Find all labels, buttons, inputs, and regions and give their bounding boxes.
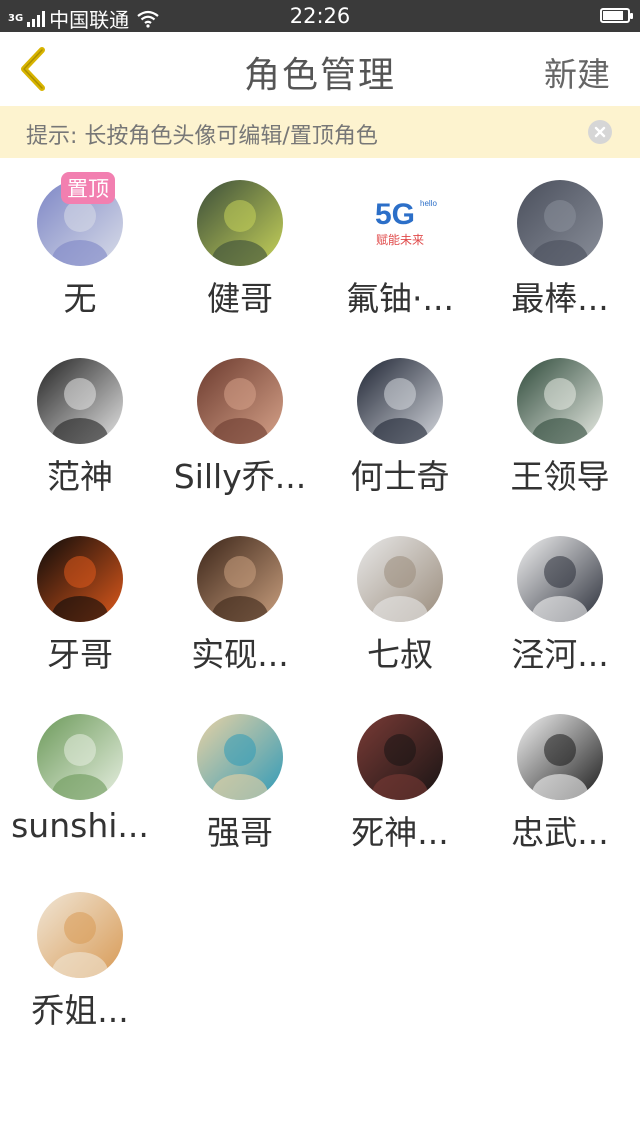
character-item[interactable]: 忠武... (480, 706, 640, 884)
character-avatar[interactable] (357, 358, 443, 444)
character-item[interactable]: 强哥 (160, 706, 320, 884)
character-avatar[interactable] (517, 536, 603, 622)
svg-text:hello: hello (420, 199, 437, 208)
character-name: 乔姐... (31, 991, 129, 1030)
character-avatar[interactable] (37, 536, 123, 622)
character-item[interactable]: 七叔 (320, 528, 480, 706)
character-item[interactable]: 5G hello 赋能未来氟铀·... (320, 172, 480, 350)
character-name: 何士奇 (350, 457, 450, 496)
battery-icon (600, 8, 633, 23)
character-name: 无 (63, 279, 97, 318)
character-avatar[interactable] (37, 358, 123, 444)
character-name: sunshi... (11, 806, 149, 845)
header: 角色管理 新建 (0, 32, 640, 106)
svg-text:赋能未来: 赋能未来 (376, 233, 424, 247)
character-avatar[interactable] (37, 714, 123, 800)
character-item[interactable]: sunshi... (0, 706, 160, 884)
character-name: 最棒... (511, 279, 609, 318)
character-item[interactable]: 健哥 (160, 172, 320, 350)
character-item[interactable]: Silly乔... (160, 350, 320, 528)
character-item[interactable]: 置顶无 (0, 172, 160, 350)
pinned-badge: 置顶 (61, 172, 115, 204)
character-item[interactable]: 范神 (0, 350, 160, 528)
tip-bar: 提示: 长按角色头像可编辑/置顶角色 (0, 106, 640, 158)
character-name: 王领导 (510, 457, 610, 496)
character-avatar[interactable] (197, 180, 283, 266)
character-item[interactable]: 实砚... (160, 528, 320, 706)
character-item[interactable]: 乔姐... (0, 884, 160, 1062)
character-name: 忠武... (511, 813, 609, 852)
character-name: 死神... (351, 813, 449, 852)
character-name: 健哥 (207, 279, 273, 318)
character-name: 泾河... (511, 635, 609, 674)
character-item[interactable]: 泾河... (480, 528, 640, 706)
new-button[interactable]: 新建 (544, 48, 610, 96)
character-item[interactable]: 最棒... (480, 172, 640, 350)
character-name: 牙哥 (47, 635, 113, 674)
status-time: 22:26 (289, 4, 351, 28)
battery-level (603, 11, 624, 20)
character-item[interactable]: 王领导 (480, 350, 640, 528)
character-name: 范神 (47, 457, 113, 496)
character-avatar[interactable] (357, 536, 443, 622)
status-bar: 3G 中国联通 22:26 (0, 0, 640, 32)
close-icon[interactable] (588, 120, 612, 144)
character-name: 强哥 (207, 813, 273, 852)
character-avatar[interactable]: 5G hello 赋能未来 (357, 180, 443, 266)
svg-text:5G: 5G (375, 198, 415, 231)
character-avatar[interactable] (517, 180, 603, 266)
character-name: 实砚... (191, 635, 289, 674)
character-avatar[interactable] (197, 536, 283, 622)
character-avatar[interactable] (357, 714, 443, 800)
character-name: 氟铀·... (346, 279, 454, 318)
character-item[interactable]: 死神... (320, 706, 480, 884)
character-avatar[interactable] (517, 358, 603, 444)
character-avatar[interactable] (37, 892, 123, 978)
character-item[interactable]: 牙哥 (0, 528, 160, 706)
character-avatar[interactable] (197, 714, 283, 800)
character-name: 七叔 (367, 635, 433, 674)
character-avatar[interactable] (517, 714, 603, 800)
character-avatar[interactable] (197, 358, 283, 444)
character-name: Silly乔... (173, 457, 307, 496)
character-item[interactable]: 何士奇 (320, 350, 480, 528)
tip-text: 提示: 长按角色头像可编辑/置顶角色 (26, 124, 378, 149)
